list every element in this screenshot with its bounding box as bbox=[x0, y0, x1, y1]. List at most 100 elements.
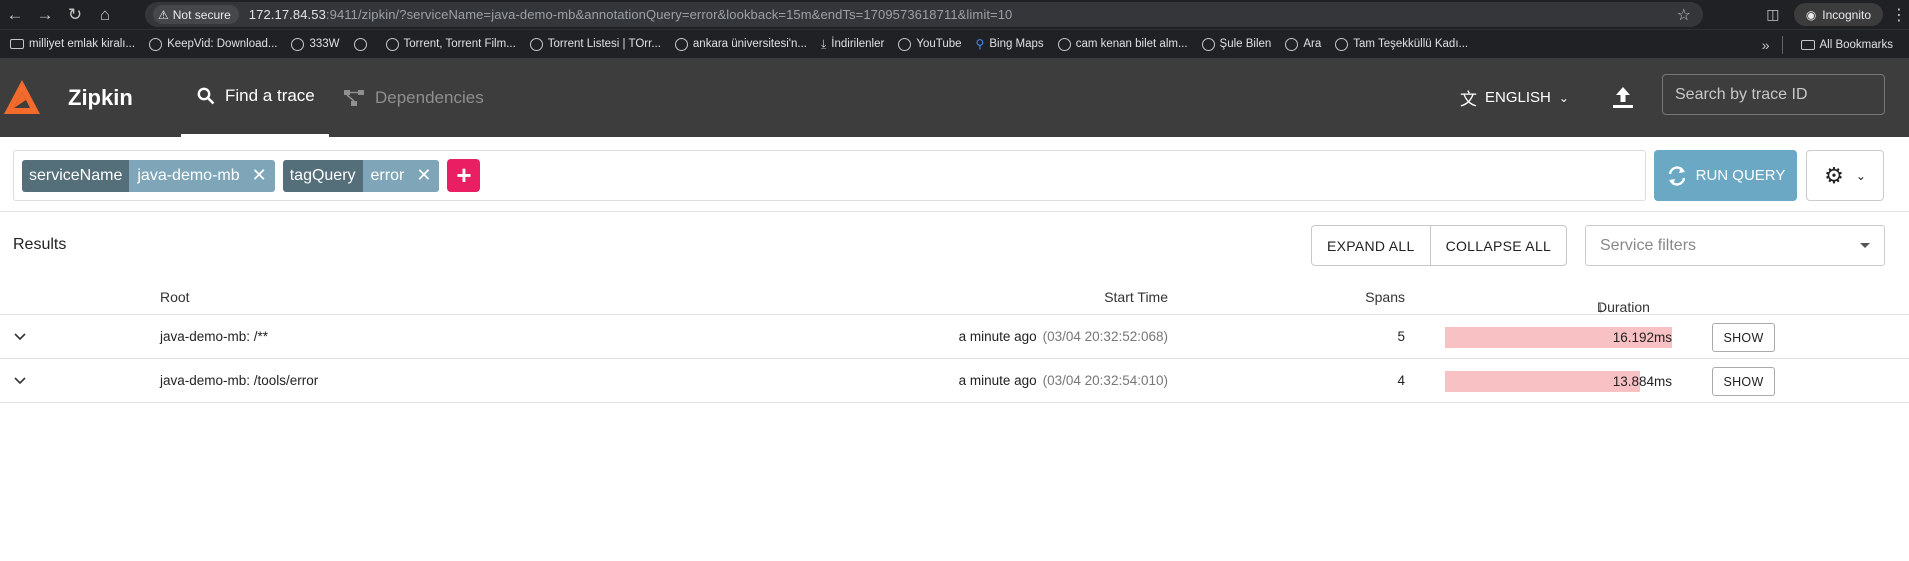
chevron-down-icon[interactable] bbox=[13, 329, 27, 343]
service-filter-placeholder: Service filters bbox=[1600, 236, 1697, 254]
forward-arrow-icon[interactable]: → bbox=[30, 0, 60, 29]
bookmark-item[interactable]: cam kenan bilet alm... bbox=[1052, 32, 1196, 56]
security-chip[interactable]: ⚠ Not secure bbox=[153, 5, 239, 24]
url-host: 172.17.84.53 bbox=[248, 7, 326, 22]
all-bookmarks[interactable]: All Bookmarks bbox=[1795, 33, 1902, 57]
folder-icon bbox=[10, 39, 24, 49]
incognito-icon: ◉ bbox=[1805, 7, 1817, 22]
url-path: :9411/zipkin/?serviceName=java-demo-mb&a… bbox=[325, 7, 1013, 22]
bookmark-item[interactable]: ankara üniversitesi'n... bbox=[669, 32, 815, 56]
reload-icon[interactable]: ↻ bbox=[60, 0, 90, 29]
collapse-all-button[interactable]: COLLAPSE ALL bbox=[1429, 226, 1567, 265]
bookmark-item[interactable]: Şule Bilen bbox=[1196, 32, 1280, 56]
show-trace-button[interactable]: SHOW bbox=[1712, 323, 1775, 352]
search-icon bbox=[197, 87, 215, 105]
brand-title[interactable]: Zipkin bbox=[68, 85, 133, 111]
trace-root: java-demo-mb: /** bbox=[160, 329, 269, 344]
chip-value: java-demo-mb bbox=[137, 166, 240, 184]
tab-find-label: Find a trace bbox=[225, 86, 315, 105]
browser-toolbar: ← → ↻ ⌂ ⚠ Not secure 172.17.84.53:9411/z… bbox=[0, 0, 1909, 29]
bookmark-item[interactable]: ⚲ Bing Maps bbox=[970, 32, 1052, 56]
zipkin-header: Zipkin Find a trace Dependencies 文 ENGLI… bbox=[0, 58, 1909, 137]
back-arrow-icon[interactable]: ← bbox=[0, 0, 30, 29]
zipkin-logo-icon[interactable] bbox=[0, 76, 44, 120]
chevron-down-icon[interactable] bbox=[13, 373, 27, 387]
tab-find-a-trace[interactable]: Find a trace bbox=[181, 58, 329, 137]
home-icon[interactable]: ⌂ bbox=[90, 0, 120, 29]
bookmark-item[interactable]: KeepVid: Download... bbox=[143, 32, 285, 56]
duration-bar-fill bbox=[1445, 371, 1640, 392]
trace-id-search-input[interactable] bbox=[1662, 74, 1885, 115]
column-start-time: Start Time bbox=[1104, 289, 1168, 305]
settings-button[interactable]: ⚙ ⌄ bbox=[1806, 150, 1884, 201]
bookmark-item[interactable] bbox=[348, 32, 380, 56]
close-icon[interactable]: ✕ bbox=[252, 165, 267, 186]
globe-icon bbox=[353, 37, 367, 51]
download-icon: ⤓ bbox=[820, 36, 827, 51]
bookmark-item[interactable]: Torrent Listesi | TOrr... bbox=[524, 32, 669, 56]
gear-icon: ⚙ bbox=[1824, 162, 1844, 188]
trace-span-count: 5 bbox=[1397, 329, 1405, 344]
plus-icon: + bbox=[456, 160, 472, 190]
refresh-icon bbox=[1668, 165, 1685, 186]
incognito-badge[interactable]: ◉ Incognito bbox=[1793, 3, 1883, 26]
globe-icon bbox=[291, 37, 305, 51]
search-icon: ⚲ bbox=[975, 37, 985, 51]
bookmark-item[interactable]: Ara bbox=[1279, 32, 1329, 56]
expand-all-button[interactable]: EXPAND ALL bbox=[1312, 226, 1430, 265]
service-filter-select[interactable]: Service filters bbox=[1585, 225, 1885, 266]
query-criteria-box[interactable]: serviceName java-demo-mb ✕ tagQuery erro… bbox=[13, 150, 1646, 201]
browser-menu-icon[interactable]: ⋮ bbox=[1889, 5, 1909, 25]
chip-value: error bbox=[370, 166, 405, 184]
table-row[interactable]: java-demo-mb: /tools/error a minute ago(… bbox=[0, 359, 1909, 403]
bookmark-item[interactable]: ⤓ İndirilenler bbox=[815, 32, 892, 56]
table-row[interactable]: java-demo-mb: /** a minute ago (03/04 20:… bbox=[0, 315, 1909, 359]
globe-icon bbox=[385, 37, 399, 51]
url-text[interactable]: 172.17.84.53:9411/zipkin/?serviceName=ja… bbox=[249, 7, 1013, 22]
trace-span-count: 4 bbox=[1397, 373, 1405, 388]
duration-bar: 13.884ms bbox=[1445, 371, 1672, 392]
criteria-chip-service[interactable]: serviceName java-demo-mb ✕ bbox=[22, 159, 275, 192]
bookmark-item[interactable]: YouTube bbox=[892, 32, 969, 56]
folder-icon bbox=[1800, 39, 1815, 50]
column-root: Root bbox=[160, 289, 190, 305]
globe-icon bbox=[898, 37, 912, 51]
bookmark-item[interactable]: 333W bbox=[285, 32, 347, 56]
bookmarks-divider bbox=[1781, 35, 1783, 54]
chip-key: tagQuery bbox=[282, 159, 363, 192]
side-panel-icon[interactable]: ◫ bbox=[1758, 6, 1788, 23]
upload-icon[interactable] bbox=[1610, 85, 1636, 111]
bookmark-star-icon[interactable]: ☆ bbox=[1677, 5, 1691, 25]
bookmark-item[interactable]: milliyet emlak kiralı... bbox=[4, 32, 143, 56]
show-trace-button[interactable]: SHOW bbox=[1712, 367, 1775, 396]
dropdown-caret-icon bbox=[1860, 243, 1870, 248]
trace-start-time: a minute ago (03/04 20:32:52:068) bbox=[958, 329, 1168, 344]
globe-icon bbox=[674, 37, 688, 51]
run-query-button[interactable]: RUN QUERY bbox=[1654, 150, 1797, 201]
tab-dependencies[interactable]: Dependencies bbox=[343, 58, 484, 137]
globe-icon bbox=[1285, 37, 1299, 51]
duration-bar: 16.192ms bbox=[1445, 327, 1672, 348]
language-selector[interactable]: 文 ENGLISH ⌄ bbox=[1460, 58, 1569, 137]
incognito-label: Incognito bbox=[1822, 7, 1871, 22]
close-icon[interactable]: ✕ bbox=[416, 165, 431, 186]
address-bar[interactable]: ⚠ Not secure 172.17.84.53:9411/zipkin/?s… bbox=[145, 2, 1703, 27]
criteria-chip-tag[interactable]: tagQuery error ✕ bbox=[282, 159, 440, 192]
tab-dependencies-label: Dependencies bbox=[375, 87, 484, 107]
column-spans: Spans bbox=[1365, 289, 1405, 305]
globe-icon bbox=[1057, 37, 1071, 51]
chevron-down-icon: ⌄ bbox=[1855, 168, 1866, 183]
run-query-label: RUN QUERY bbox=[1695, 167, 1786, 184]
results-title: Results bbox=[13, 236, 67, 253]
trace-root: java-demo-mb: /tools/error bbox=[160, 373, 319, 388]
duration-value: 16.192ms bbox=[1612, 330, 1672, 345]
more-bookmarks-icon[interactable]: » bbox=[1762, 37, 1770, 53]
translate-icon: 文 bbox=[1460, 90, 1477, 109]
bookmark-item[interactable]: Tam Teşekküllü Kadı... bbox=[1329, 32, 1476, 56]
dependencies-icon bbox=[344, 89, 364, 106]
duration-value: 13.884ms bbox=[1612, 374, 1672, 389]
add-criteria-button[interactable]: + bbox=[447, 159, 481, 192]
results-toolbar: Results EXPAND ALL COLLAPSE ALL Service … bbox=[0, 212, 1909, 279]
bookmark-item[interactable]: Torrent, Torrent Film... bbox=[380, 32, 524, 56]
results-table-header: Root Start Time Spans ↓ Duration bbox=[0, 279, 1909, 315]
